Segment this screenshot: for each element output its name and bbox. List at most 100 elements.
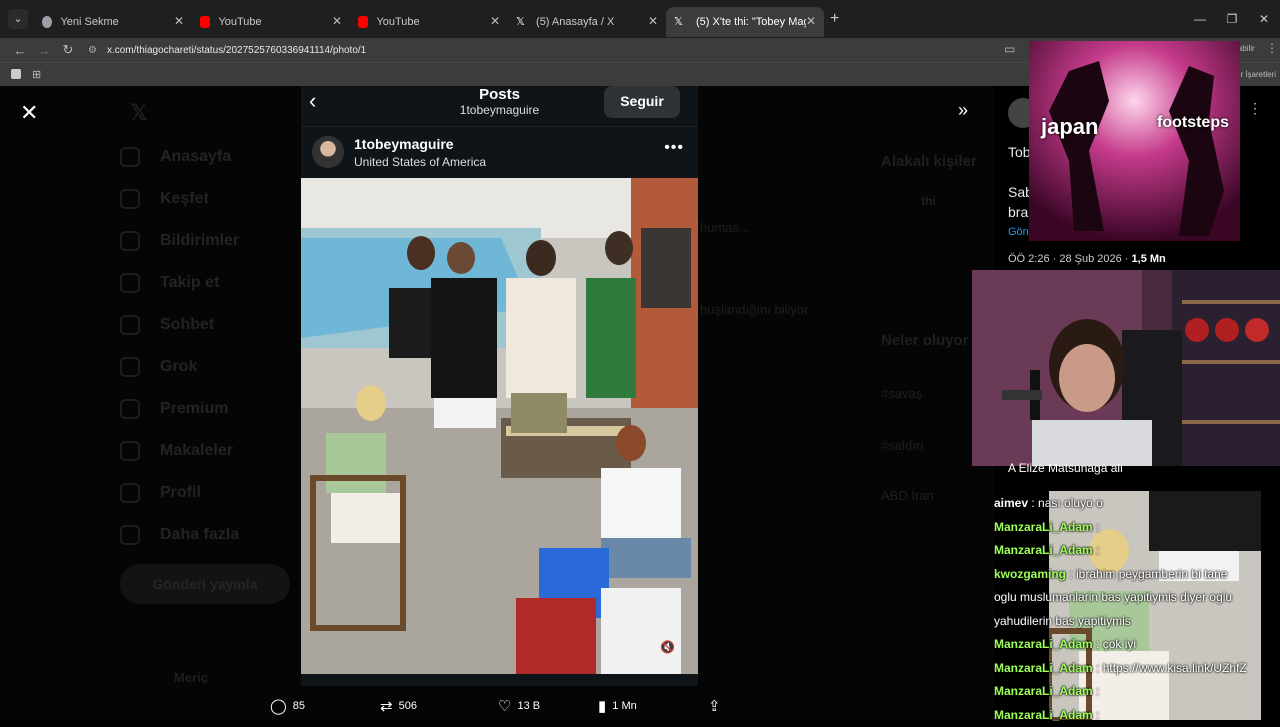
analytics-icon: ▮ [598,697,606,715]
sidebar-item-articles[interactable]: Makaleler [120,430,239,472]
dim-text-1: humas... [700,220,750,235]
sidebar-item-explore[interactable]: Keşfet [120,178,239,220]
stream-chat: aimev : nası oluyo o ManzaraLi_Adam : Ma… [994,492,1280,727]
trend-3[interactable]: ABD İran [881,488,934,503]
more-icon [120,525,140,545]
cast-icon[interactable]: ▭ [1004,42,1015,56]
back-icon[interactable]: ← [8,43,32,58]
premium-icon [120,399,140,419]
chat-message: ManzaraLi_Adam : çok iyi [994,633,1280,657]
tab-search-button[interactable]: ⌄ [8,9,28,29]
site-info-icon[interactable]: ⚙ [88,45,97,56]
webcam-overlay [972,270,1280,466]
trend-1[interactable]: #savaş [881,386,922,401]
reply-icon: ◯ [270,697,287,715]
post-actions: ◯85 ⇄506 ♡13 B ▮1 Mn ⇪ [270,692,730,720]
bookmark-icon[interactable] [11,69,21,79]
sidebar-item-grok[interactable]: Grok [120,346,239,388]
url-field[interactable]: ⚙ x.com/thiagochareti/status/20275257603… [88,45,366,56]
chat-message: ManzaraLi_Adam : [994,516,1280,540]
restore-icon[interactable]: ❐ [1216,12,1248,26]
mute-icon[interactable]: 🔇 [660,640,678,658]
stream-caption-2: footsteps [1157,114,1229,132]
follow-button[interactable]: Seguir [604,86,680,118]
apps-icon[interactable]: ⊞ [32,68,41,81]
sidebar-item-more[interactable]: Daha fazla [120,514,239,556]
trend-2[interactable]: #saldırı [881,438,924,453]
reply-button[interactable]: ◯85 [270,697,380,715]
close-window-icon[interactable]: ✕ [1248,12,1280,26]
author-row: 1tobeymaguire United States of America •… [301,126,698,178]
window-controls: — ❐ ✕ [1184,0,1280,38]
mail-icon [120,315,140,335]
tab-new-tab[interactable]: Yeni Sekme ✕ [34,7,192,37]
related-user[interactable]: thi [921,194,936,208]
chat-message: yahudilerin bas yapitiymis [994,610,1280,634]
more-options-icon[interactable]: ⋮ [1248,100,1262,117]
youtube-icon [358,16,368,28]
share-button[interactable]: ⇪ [708,697,727,715]
search-icon [120,189,140,209]
chat-message: kwozgaming : ibrahim peygamberin bi tane [994,563,1280,587]
bell-icon [120,231,140,251]
close-tab-icon[interactable]: ✕ [648,14,658,28]
webcam-illustration [972,270,1280,466]
close-tab-icon[interactable]: ✕ [174,14,184,28]
close-tab-icon[interactable]: ✕ [490,14,500,28]
post-card: ‹ Posts 1tobeymaguire Seguir 1tobeymagui… [301,86,698,686]
chat-message: aimev : nası oluyo o [994,492,1280,516]
author-name[interactable]: 1tobeymaguire [354,136,454,152]
chat-message: ManzaraLi_Adam : [994,704,1280,727]
views-button[interactable]: ▮1 Mn [598,697,708,715]
tweet-meta: ÖÖ 2:26 · 28 Şub 2026 · 1,5 Mn [1008,253,1166,265]
post-photo[interactable]: 🔇 [301,178,698,674]
profile-icon [120,483,140,503]
x-sidebar-dimmed: Anasayfa Keşfet Bildirimler Takip et Soh… [120,136,239,556]
close-tab-icon[interactable]: ✕ [332,14,342,28]
avatar[interactable] [312,136,344,168]
x-icon: 𝕏 [516,16,528,28]
tab-youtube-1[interactable]: YouTube ✕ [192,7,350,37]
tab-youtube-2[interactable]: YouTube ✕ [350,7,508,37]
new-tab-button[interactable]: + [830,10,839,28]
chat-message: ManzaraLi_Adam : https://www.kisa.link/U… [994,657,1280,681]
forward-icon[interactable]: → [32,43,56,58]
menu-dots-icon[interactable]: ⋮ [1266,41,1278,55]
translate-link[interactable]: Gön [1008,226,1029,238]
sidebar-item-premium[interactable]: Premium [120,388,239,430]
tab-x-home[interactable]: 𝕏 (5) Anasayfa / X ✕ [508,7,666,37]
repost-icon: ⇄ [380,697,393,715]
tab-x-post[interactable]: 𝕏 (5) X'te thi: "Tobey Maguire po ✕ [666,7,824,37]
related-title: Alakalı kişiler [881,153,977,170]
heart-icon: ♡ [498,697,511,715]
youtube-icon [200,16,210,28]
stream-caption-1: japan [1041,114,1098,140]
all-bookmarks-link[interactable]: r İşaretleri [1240,70,1276,79]
tweet-author[interactable]: Tob [1008,144,1031,160]
close-tab-icon[interactable]: ✕ [806,14,816,28]
x-icon: 𝕏 [674,16,688,28]
sidebar-item-profile[interactable]: Profil [120,472,239,514]
more-options-icon[interactable]: ••• [664,139,684,157]
sidebar-item-follow[interactable]: Takip et [120,262,239,304]
dim-text-2: huşlandığını biliyor [700,302,808,317]
reload-icon[interactable]: ↻ [56,42,80,58]
sidebar-item-chat[interactable]: Sohbet [120,304,239,346]
trends-title: Neler oluyor [881,332,969,349]
chrome-icon [42,16,52,28]
post-button[interactable]: Gönderi yayınla [120,564,290,604]
home-icon [120,147,140,167]
author-location: United States of America [354,155,486,169]
like-button[interactable]: ♡13 B [498,697,598,715]
sidebar-item-home[interactable]: Anasayfa [120,136,239,178]
minimize-icon[interactable]: — [1184,12,1216,26]
stream-clip-illustration [1029,41,1240,241]
grok-icon [120,357,140,377]
close-viewer-icon[interactable]: ✕ [20,100,38,126]
expand-icon[interactable]: » [958,100,968,121]
sidebar-item-notifications[interactable]: Bildirimler [120,220,239,262]
account-name[interactable]: Meriç [174,670,208,685]
post-header: ‹ Posts 1tobeymaguire Seguir [301,86,698,124]
browser-tab-strip: ⌄ Yeni Sekme ✕ YouTube ✕ YouTube ✕ 𝕏 (5)… [0,0,1280,38]
repost-button[interactable]: ⇄506 [380,697,498,715]
